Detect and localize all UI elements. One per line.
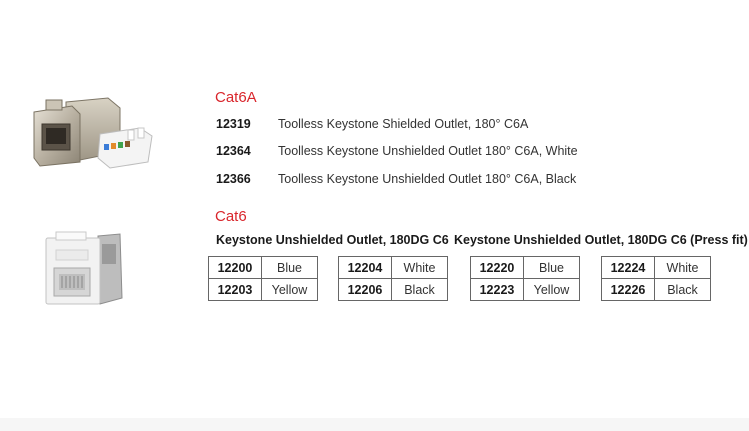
product-color: Black (391, 278, 448, 301)
cat6-group1-heading: Keystone Unshielded Outlet, 180DG C6 (216, 233, 449, 247)
table-row: 12204 White (338, 256, 448, 279)
product-code: 12204 (338, 256, 392, 279)
cat6a-item-desc: Toolless Keystone Shielded Outlet, 180° … (278, 117, 529, 131)
cat6a-item-code: 12319 (216, 117, 251, 131)
table-row: 12223 Yellow (470, 278, 580, 301)
cat6a-item-desc: Toolless Keystone Unshielded Outlet 180°… (278, 172, 577, 186)
cat6-group2-table-1: 12220 Blue 12223 Yellow (470, 256, 580, 301)
cat6-group2-table-2: 12224 White 12226 Black (601, 256, 711, 301)
table-row: 12220 Blue (470, 256, 580, 279)
table-row: 12200 Blue (208, 256, 318, 279)
cat6a-item-code: 12364 (216, 144, 251, 158)
product-color: Blue (261, 256, 318, 279)
product-code: 12223 (470, 278, 524, 301)
product-code: 12203 (208, 278, 262, 301)
product-color: White (391, 256, 448, 279)
product-color: Yellow (261, 278, 318, 301)
product-code: 12206 (338, 278, 392, 301)
bottom-band (0, 418, 749, 431)
table-row: 12203 Yellow (208, 278, 318, 301)
cat6a-item-desc: Toolless Keystone Unshielded Outlet 180°… (278, 144, 578, 158)
cat6-group2-heading: Keystone Unshielded Outlet, 180DG C6 (Pr… (454, 233, 748, 247)
cat6-product-image (45, 231, 123, 305)
product-color: White (654, 256, 711, 279)
table-row: 12206 Black (338, 278, 448, 301)
product-code: 12220 (470, 256, 524, 279)
product-color: Black (654, 278, 711, 301)
product-color: Yellow (523, 278, 580, 301)
product-color: Blue (523, 256, 580, 279)
product-code: 12224 (601, 256, 655, 279)
cat6-group1-table-1: 12200 Blue 12203 Yellow (208, 256, 318, 301)
cat6-title: Cat6 (215, 208, 247, 225)
cat6a-item-code: 12366 (216, 172, 251, 186)
cat6-group1-table-2: 12204 White 12206 Black (338, 256, 448, 301)
product-code: 12226 (601, 278, 655, 301)
table-row: 12226 Black (601, 278, 711, 301)
cat6a-title: Cat6A (215, 89, 257, 106)
table-row: 12224 White (601, 256, 711, 279)
product-code: 12200 (208, 256, 262, 279)
cat6a-product-image (33, 97, 153, 169)
